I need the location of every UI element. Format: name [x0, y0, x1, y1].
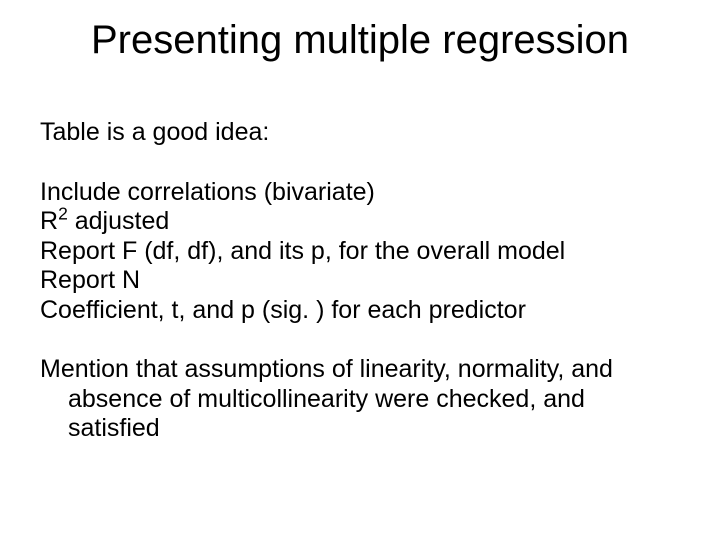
slide: Presenting multiple regression Table is …	[0, 0, 720, 540]
r-letter: R	[40, 207, 58, 235]
item-r2-adjusted: R2 adjusted	[40, 207, 680, 237]
slide-body: Table is a good idea: Include correlatio…	[40, 118, 680, 444]
items-block: Include correlations (bivariate) R2 adju…	[40, 178, 680, 326]
slide-title: Presenting multiple regression	[0, 18, 720, 63]
adjusted-text: adjusted	[68, 207, 169, 235]
item-coefficient: Coefficient, t, and p (sig. ) for each p…	[40, 296, 680, 326]
intro-line: Table is a good idea:	[40, 118, 680, 148]
item-report-n: Report N	[40, 266, 680, 296]
item-report-f: Report F (df, df), and its p, for the ov…	[40, 237, 680, 267]
superscript-2: 2	[58, 204, 68, 224]
closing-paragraph: Mention that assumptions of linearity, n…	[40, 355, 680, 444]
item-correlations: Include correlations (bivariate)	[40, 178, 680, 208]
